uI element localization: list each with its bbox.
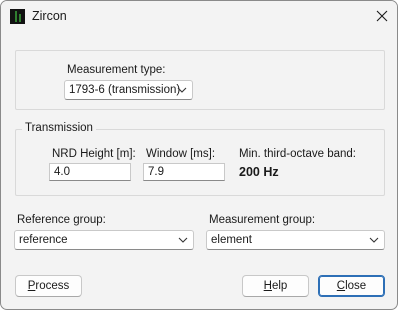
window-label: Window [ms]: xyxy=(146,148,216,160)
reference-group-value: reference xyxy=(19,234,68,246)
chevron-down-icon xyxy=(177,87,187,93)
dialog-body: Measurement type: 1793-6 (transmission) … xyxy=(1,32,397,309)
process-button-label: rocess xyxy=(35,280,70,292)
help-button-label: elp xyxy=(271,280,288,292)
chevron-down-icon xyxy=(178,237,188,243)
close-button-mnemonic: C xyxy=(336,280,346,292)
chevron-down-icon xyxy=(369,237,379,243)
process-button[interactable]: Process xyxy=(15,275,82,297)
help-button[interactable]: Help xyxy=(242,275,309,297)
window-input[interactable]: 7.9 xyxy=(143,163,225,181)
nrd-height-label: NRD Height [m]: xyxy=(52,148,136,160)
nrd-height-input[interactable]: 4.0 xyxy=(49,163,131,181)
measurement-type-select[interactable]: 1793-6 (transmission) xyxy=(64,80,193,100)
close-button-label: lose xyxy=(345,280,367,292)
window-title: Zircon xyxy=(32,9,67,23)
measurement-type-label: Measurement type: xyxy=(67,64,166,76)
reference-group-label: Reference group: xyxy=(17,214,106,226)
measurement-type-group: Measurement type: 1793-6 (transmission) xyxy=(15,50,385,110)
measurement-group-value: element xyxy=(211,234,252,246)
reference-group-select[interactable]: reference xyxy=(14,230,194,250)
zircon-app-icon xyxy=(10,9,25,24)
min-band-label: Min. third-octave band: xyxy=(239,148,356,160)
measurement-group-label: Measurement group: xyxy=(209,214,316,226)
close-icon[interactable] xyxy=(371,6,393,26)
help-button-mnemonic: H xyxy=(263,280,272,292)
close-button[interactable]: Close xyxy=(318,275,385,297)
min-band-value: 200 Hz xyxy=(239,165,279,179)
process-button-mnemonic: P xyxy=(27,280,36,292)
measurement-type-value: 1793-6 (transmission) xyxy=(69,84,181,96)
dialog-window: Zircon Measurement type: 1793-6 (transmi… xyxy=(0,0,398,310)
transmission-group-label: Transmission xyxy=(22,122,96,134)
transmission-group: Transmission NRD Height [m]: 4.0 Window … xyxy=(15,122,385,196)
title-bar: Zircon xyxy=(1,1,397,32)
measurement-group-select[interactable]: element xyxy=(206,230,385,250)
